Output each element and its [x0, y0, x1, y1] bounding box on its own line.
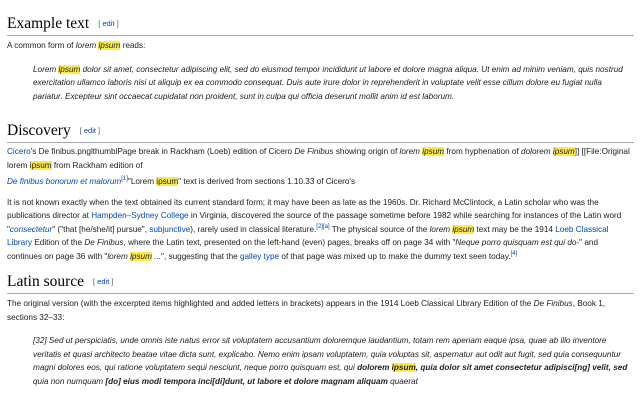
text: lorem	[429, 224, 453, 234]
heading-label: Latin source	[7, 273, 85, 290]
text: Lorem	[33, 64, 59, 74]
intro-paragraph: A common form of lorem ipsum reads:	[7, 39, 634, 53]
latin-quote: [32] Sed ut perspiciatis, unde omnis ist…	[33, 334, 630, 388]
article-page: Example text [ edit ] A common form of lo…	[0, 0, 640, 400]
edit-section-link[interactable]: [ edit ]	[93, 277, 113, 286]
text: reads:	[120, 41, 146, 50]
citation-link[interactable]: [1]	[121, 176, 128, 182]
text: The physical source of the	[329, 224, 430, 234]
edit-section-link[interactable]: [ edit ]	[80, 126, 100, 135]
text: , quia dolor sit amet consectetur adipis…	[415, 363, 628, 372]
highlight: ipsum	[156, 177, 179, 186]
text: ", suggesting that the	[161, 251, 240, 261]
text: A common form of	[7, 41, 76, 50]
text: quia non numquam	[33, 376, 106, 386]
section-example: Example text [ edit ] A common form of lo…	[7, 14, 634, 103]
highlight: ipsum	[98, 41, 121, 50]
lorem-ipsum-quote: Lorem ipsum dolor sit amet, consectetur …	[33, 63, 630, 104]
edit-link[interactable]: edit	[102, 19, 114, 28]
discovery-paragraph-3: It is not known exactly when the text ob…	[7, 196, 634, 264]
heading-latin-source: Latin source [ edit ]	[7, 272, 634, 294]
text: [do] eius modi tempora inci[di]dunt, ut …	[105, 376, 388, 386]
highlight: ipsum	[391, 363, 416, 372]
link-subjunctive[interactable]: subjunctive	[149, 225, 190, 234]
text: dolorem	[521, 147, 553, 156]
text: quaerat	[387, 376, 418, 386]
discovery-paragraph-2: De finibus bonorum et malorum[1]"Lorem i…	[7, 175, 634, 189]
latin-intro-paragraph: The original version (with the excerpted…	[7, 297, 634, 324]
text: from Rackham edition of	[51, 160, 143, 170]
highlight: ipsum	[58, 64, 81, 74]
text: 's De finibus.pnglthumblPage break in Ra…	[30, 147, 295, 156]
heading-example-text: Example text [ edit ]	[7, 14, 634, 36]
highlight: ipsum	[452, 224, 475, 234]
edit-link[interactable]: edit	[84, 126, 96, 135]
text: , where the Latin text, presented on the…	[123, 238, 456, 247]
text: showing origin of	[333, 147, 400, 156]
text: from hyphenation of	[444, 147, 522, 156]
text: Edition of the	[32, 238, 85, 247]
text: of that page was mixed up to make the du…	[279, 251, 511, 261]
edit-section-link[interactable]: [ edit ]	[98, 19, 118, 28]
highlight: ipsum	[130, 251, 152, 261]
text: De Finibus	[533, 299, 573, 308]
heading-discovery: Discovery [ edit ]	[7, 121, 634, 143]
section-latin-source: Latin source [ edit ] The original versio…	[7, 272, 634, 388]
text: dolor sit amet, consectetur adipiscing e…	[33, 64, 623, 101]
text: De Finibus	[84, 238, 124, 247]
text: text may be the 1914	[474, 224, 556, 234]
highlight: ipsum	[422, 147, 445, 156]
heading-label: Discovery	[7, 122, 71, 139]
citation-link[interactable]: [2][a]	[316, 224, 329, 230]
text: " text is derived from sections 1.10.33 …	[178, 177, 356, 186]
text: De Finibus	[294, 147, 334, 156]
link-cicero[interactable]: Cicero	[7, 147, 31, 156]
link-galley-type[interactable]: galley type	[240, 252, 279, 261]
heading-label: Example text	[7, 15, 90, 32]
text: Neque porro quisquam est qui do-	[455, 238, 580, 247]
text: "Lorem	[127, 177, 157, 186]
text: " ("that [he/she/it] pursue",	[52, 224, 150, 234]
text: lorem	[399, 147, 423, 156]
section-discovery: Discovery [ edit ] Cicero's De finibus.pn…	[7, 121, 634, 263]
link-de-finibus[interactable]: De finibus bonorum et malorum	[7, 177, 121, 186]
text: lorem	[107, 251, 131, 261]
citation-link[interactable]: [4]	[511, 251, 518, 257]
text: ...	[151, 251, 162, 261]
text: dolorem	[357, 363, 392, 372]
text: lorem	[75, 41, 99, 50]
link-consectetur[interactable]: consectetur	[10, 225, 52, 234]
highlight: ipsum	[552, 147, 575, 156]
highlight: ipsum	[29, 160, 52, 170]
discovery-paragraph-1: Cicero's De finibus.pnglthumblPage break…	[7, 145, 634, 172]
edit-link[interactable]: edit	[97, 277, 109, 286]
text: The original version (with the excerpted…	[7, 299, 534, 308]
link-hampden-sydney[interactable]: Hampden–Sydney College	[91, 211, 188, 220]
text: ), rarely used in classical literature.	[190, 224, 317, 234]
